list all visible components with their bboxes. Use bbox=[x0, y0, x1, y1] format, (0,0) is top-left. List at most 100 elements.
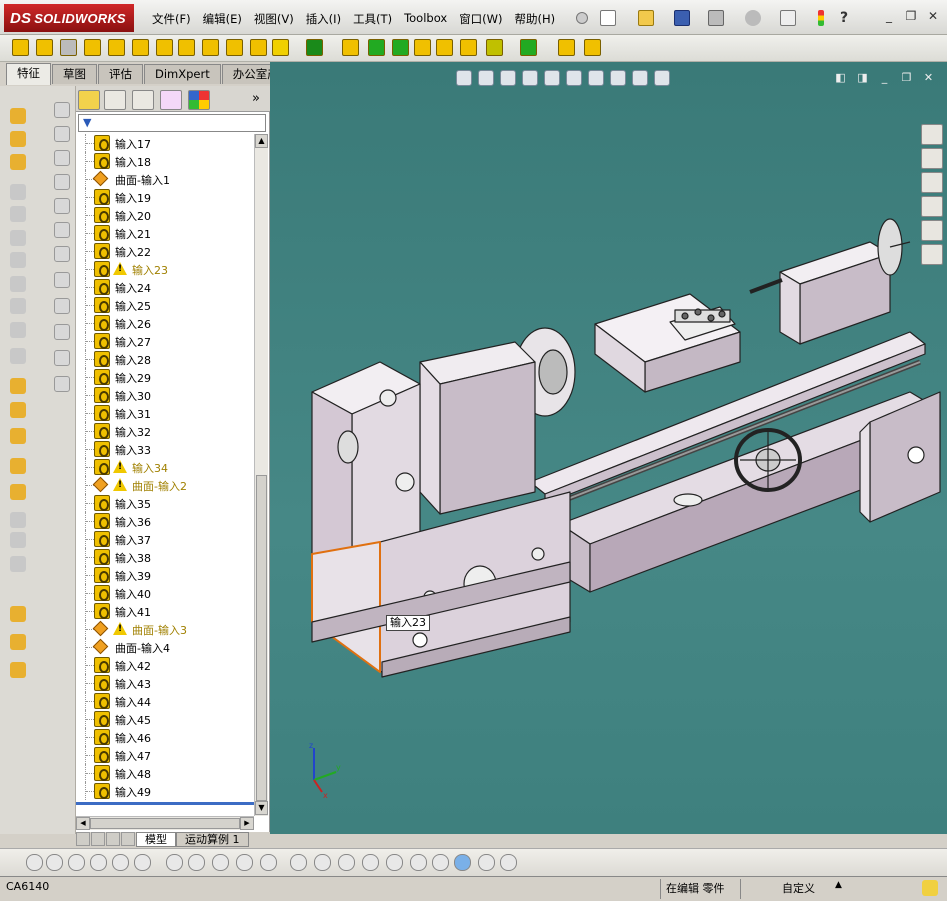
tree-item[interactable]: 输入21 bbox=[76, 224, 254, 242]
pin-icon[interactable] bbox=[576, 9, 588, 27]
tree-item[interactable]: 输入22 bbox=[76, 242, 254, 260]
display-manager-tab-icon[interactable] bbox=[188, 90, 210, 110]
scroll-down-arrow-icon[interactable]: ▼ bbox=[255, 801, 268, 815]
sketch-tool-icon[interactable] bbox=[68, 854, 85, 871]
units-chevron-up-icon[interactable]: ▲ bbox=[835, 880, 842, 890]
hscroll-thumb[interactable] bbox=[90, 818, 240, 829]
expand-chevron-icon[interactable]: » bbox=[252, 91, 260, 106]
tree-item[interactable]: 输入26 bbox=[76, 314, 254, 332]
scroll-left-arrow-icon[interactable]: ◀ bbox=[76, 817, 90, 830]
lathe-3d-model[interactable] bbox=[270, 62, 947, 834]
tab-nav-next-icon[interactable] bbox=[106, 832, 120, 846]
menu-item[interactable]: 窗口(W) bbox=[453, 9, 508, 29]
new-document-icon[interactable] bbox=[600, 9, 616, 27]
tree-horizontal-scrollbar[interactable]: ◀ ▶ bbox=[76, 816, 254, 830]
tree-item[interactable]: 输入46 bbox=[76, 728, 254, 746]
select-arrow-icon[interactable] bbox=[780, 9, 796, 27]
left-tool-icon[interactable] bbox=[54, 174, 70, 190]
left-tool-icon[interactable] bbox=[54, 126, 70, 142]
tree-item[interactable]: 输入38 bbox=[76, 548, 254, 566]
rollback-bar[interactable] bbox=[76, 802, 254, 805]
left-tool-icon[interactable] bbox=[10, 230, 26, 246]
feature-tool-icon[interactable] bbox=[60, 39, 77, 56]
menu-item[interactable]: 工具(T) bbox=[347, 9, 398, 29]
sketch-tool-icon[interactable] bbox=[112, 854, 129, 871]
tree-item[interactable]: 输入39 bbox=[76, 566, 254, 584]
tree-item[interactable]: 输入47 bbox=[76, 746, 254, 764]
sketch-tool-icon[interactable] bbox=[166, 854, 183, 871]
undo-icon[interactable] bbox=[745, 9, 761, 27]
sketch-tool-icon[interactable] bbox=[500, 854, 517, 871]
feature-tool-icon[interactable] bbox=[392, 39, 409, 56]
left-tool-icon[interactable] bbox=[54, 272, 70, 288]
scroll-thumb[interactable] bbox=[256, 475, 267, 801]
left-tool-icon[interactable] bbox=[54, 376, 70, 392]
tree-item[interactable]: 输入43 bbox=[76, 674, 254, 692]
tree-item[interactable]: 输入42 bbox=[76, 656, 254, 674]
sketch-tool-icon[interactable] bbox=[454, 854, 471, 871]
menu-item[interactable]: 插入(I) bbox=[300, 9, 347, 29]
menu-item[interactable]: 视图(V) bbox=[248, 9, 300, 29]
sketch-tool-icon[interactable] bbox=[432, 854, 449, 871]
left-tool-icon[interactable] bbox=[54, 350, 70, 366]
rebuild-icon[interactable] bbox=[818, 9, 824, 27]
tree-item[interactable]: 输入19 bbox=[76, 188, 254, 206]
sketch-tool-icon[interactable] bbox=[314, 854, 331, 871]
sketch-tool-icon[interactable] bbox=[236, 854, 253, 871]
left-tool-icon[interactable] bbox=[10, 606, 26, 622]
left-tool-icon[interactable] bbox=[10, 108, 26, 124]
menu-item[interactable]: Toolbox bbox=[398, 9, 453, 29]
tree-item[interactable]: 输入31 bbox=[76, 404, 254, 422]
sketch-tool-icon[interactable] bbox=[410, 854, 427, 871]
sketch-tool-icon[interactable] bbox=[290, 854, 307, 871]
feature-tool-icon[interactable] bbox=[226, 39, 243, 56]
tab-nav-last-icon[interactable] bbox=[121, 832, 135, 846]
tree-vertical-scrollbar[interactable]: ▲ ▼ bbox=[254, 134, 268, 816]
tree-item[interactable]: 输入34 bbox=[76, 458, 254, 476]
feature-tool-icon[interactable] bbox=[178, 39, 195, 56]
left-tool-icon[interactable] bbox=[10, 512, 26, 528]
feature-tool-icon[interactable] bbox=[486, 39, 503, 56]
tree-item[interactable]: 输入25 bbox=[76, 296, 254, 314]
tree-item[interactable]: 曲面-输入3 bbox=[76, 620, 254, 638]
feature-manager-tab-icon[interactable] bbox=[78, 90, 100, 110]
sketch-tool-icon[interactable] bbox=[26, 854, 43, 871]
tab-3[interactable]: DimXpert bbox=[144, 64, 221, 84]
feature-tool-icon[interactable] bbox=[108, 39, 125, 56]
tab-motion-study[interactable]: 运动算例 1 bbox=[176, 832, 249, 847]
tree-item[interactable]: 输入29 bbox=[76, 368, 254, 386]
sketch-tool-icon[interactable] bbox=[134, 854, 151, 871]
tree-item[interactable]: 输入45 bbox=[76, 710, 254, 728]
feature-tool-icon[interactable] bbox=[342, 39, 359, 56]
feature-tool-icon[interactable] bbox=[250, 39, 267, 56]
left-tool-icon[interactable] bbox=[54, 222, 70, 238]
sketch-tool-icon[interactable] bbox=[90, 854, 107, 871]
sketch-tool-icon[interactable] bbox=[212, 854, 229, 871]
sketch-tool-icon[interactable] bbox=[478, 854, 495, 871]
sketch-tool-icon[interactable] bbox=[338, 854, 355, 871]
left-tool-icon[interactable] bbox=[10, 458, 26, 474]
tree-item[interactable]: 输入48 bbox=[76, 764, 254, 782]
feature-tool-icon[interactable] bbox=[460, 39, 477, 56]
left-tool-icon[interactable] bbox=[54, 298, 70, 314]
feature-tool-icon[interactable] bbox=[558, 39, 575, 56]
tree-item[interactable]: 曲面-输入2 bbox=[76, 476, 254, 494]
scroll-up-arrow-icon[interactable]: ▲ bbox=[255, 134, 268, 148]
tree-item[interactable]: 输入18 bbox=[76, 152, 254, 170]
left-tool-icon[interactable] bbox=[54, 102, 70, 118]
sketch-tool-icon[interactable] bbox=[386, 854, 403, 871]
open-file-icon[interactable] bbox=[638, 9, 654, 27]
tree-filter-input[interactable]: ▼ bbox=[78, 114, 266, 132]
left-tool-icon[interactable] bbox=[10, 556, 26, 572]
feature-tool-icon[interactable] bbox=[584, 39, 601, 56]
scroll-right-arrow-icon[interactable]: ▶ bbox=[240, 817, 254, 830]
left-tool-icon[interactable] bbox=[10, 131, 26, 147]
notes-icon[interactable] bbox=[922, 880, 938, 896]
tree-item[interactable]: 输入36 bbox=[76, 512, 254, 530]
left-tool-icon[interactable] bbox=[10, 154, 26, 170]
tree-item[interactable]: 输入41 bbox=[76, 602, 254, 620]
feature-tool-icon[interactable] bbox=[520, 39, 537, 56]
left-tool-icon[interactable] bbox=[10, 484, 26, 500]
tab-1[interactable]: 草图 bbox=[52, 64, 97, 84]
left-tool-icon[interactable] bbox=[54, 198, 70, 214]
